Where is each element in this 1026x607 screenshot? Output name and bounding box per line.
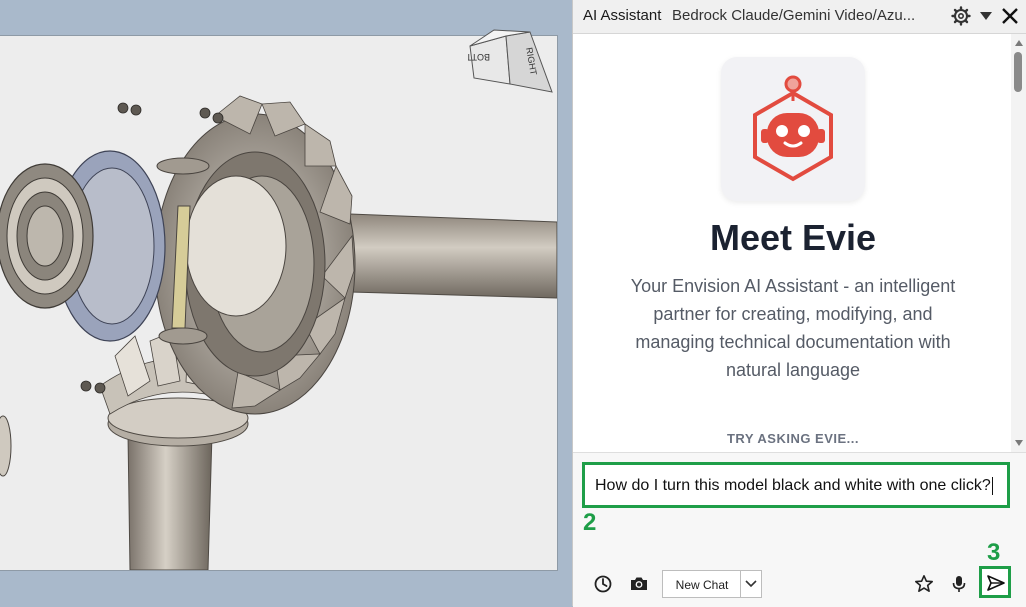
differential-gear-model[interactable] bbox=[0, 36, 557, 570]
chevron-down-icon[interactable] bbox=[744, 579, 758, 589]
model-selector-label[interactable]: Bedrock Claude/Gemini Video/Azu... bbox=[672, 7, 934, 24]
panel-title: AI Assistant bbox=[583, 7, 662, 24]
composer: How do I turn this model black and white… bbox=[573, 452, 1026, 607]
view-cube-bottom-label: BOTTOM bbox=[468, 52, 490, 62]
view-cube[interactable]: BOTTOM RIGHT bbox=[468, 28, 558, 98]
scroll-up-icon[interactable] bbox=[1015, 40, 1023, 46]
cad-canvas[interactable] bbox=[0, 35, 558, 571]
close-icon[interactable] bbox=[1001, 7, 1019, 25]
star-icon[interactable] bbox=[914, 574, 934, 594]
send-button[interactable] bbox=[979, 566, 1011, 598]
model-viewport[interactable]: BOTTOM RIGHT bbox=[0, 0, 572, 606]
scrollbar[interactable] bbox=[1011, 34, 1026, 452]
send-icon[interactable] bbox=[986, 573, 1006, 593]
microphone-icon[interactable] bbox=[949, 574, 969, 594]
chat-scroll-area[interactable]: Meet Evie Your Envision AI Assistant - a… bbox=[573, 34, 1026, 452]
scroll-down-icon[interactable] bbox=[1015, 440, 1023, 446]
welcome-heading: Meet Evie bbox=[709, 217, 877, 258]
camera-icon[interactable] bbox=[629, 574, 649, 594]
evie-logo bbox=[721, 57, 865, 201]
chat-input-value[interactable]: How do I turn this model black and white… bbox=[595, 477, 993, 495]
welcome-description: Your Envision AI Assistant - an intellig… bbox=[630, 276, 956, 380]
new-chat-dropdown[interactable]: New Chat bbox=[662, 570, 762, 598]
robot-icon bbox=[753, 75, 833, 182]
gear-icon[interactable] bbox=[951, 6, 971, 26]
step-marker-2: 2 bbox=[583, 509, 597, 536]
history-icon[interactable] bbox=[593, 574, 613, 594]
ai-assistant-panel: AI Assistant Bedrock Claude/Gemini Video… bbox=[572, 0, 1026, 607]
try-asking-label: TRY ASKING EVIE... bbox=[726, 431, 860, 446]
panel-titlebar: AI Assistant Bedrock Claude/Gemini Video… bbox=[573, 0, 1026, 34]
dropdown-divider bbox=[740, 571, 741, 597]
new-chat-button[interactable]: New Chat bbox=[663, 578, 741, 592]
step-marker-3: 3 bbox=[987, 539, 1001, 566]
scrollbar-thumb[interactable] bbox=[1014, 52, 1022, 92]
chevron-down-icon[interactable] bbox=[979, 10, 993, 22]
chat-input[interactable]: How do I turn this model black and white… bbox=[582, 462, 1010, 508]
text-cursor bbox=[991, 477, 993, 495]
